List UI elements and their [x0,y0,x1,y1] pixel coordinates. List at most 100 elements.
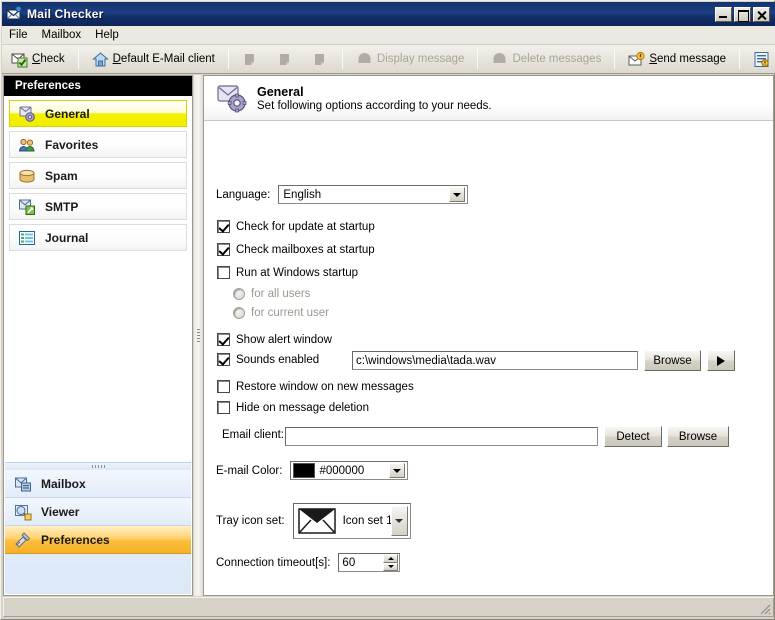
play-icon [717,355,725,366]
panel-splitter-handle[interactable] [194,75,203,596]
favorites-people-icon [18,136,36,154]
delete-messages-label: Delete messages [512,53,602,65]
delete-messages-button[interactable]: Delete messages [483,47,609,72]
default-email-client-button[interactable]: Default E-Mail client [84,47,223,72]
stepper-up-button[interactable] [383,554,399,563]
preferences-tools-icon [14,531,32,549]
journal-button[interactable] [745,47,775,72]
sidebar-item-general[interactable]: General [9,100,187,127]
menu-mailbox[interactable]: Mailbox [35,27,89,43]
email-color-value: #000000 [319,464,365,477]
title-bar: Mail Checker [2,2,775,26]
general-settings-icon [216,82,248,114]
sounds-enabled-checkbox[interactable]: Sounds enabled [217,353,319,366]
sound-path-input[interactable]: c:\windows\media\tada.wav [352,351,638,370]
radio-all-users[interactable]: for all users [233,288,310,300]
mailbox-icon [14,475,32,493]
checkbox-box [217,401,230,414]
sidebar-item-spam[interactable]: Spam [9,162,187,189]
sidebar-item-spam-label: Spam [45,168,78,183]
envelope-icon [297,507,337,535]
email-browse-button[interactable]: Browse [667,426,729,447]
grip-dots-icon [197,329,200,342]
connection-timeout-row: Connection timeout[s]: 60 [216,553,401,572]
language-select[interactable]: English [278,185,469,204]
home-icon [91,51,109,68]
chevron-down-icon[interactable] [389,463,406,478]
preferences-nav-list: General Favorites Spam SMTP Journal [4,97,192,449]
radio-dot [233,307,245,319]
viewer-magnifier-icon [14,503,32,521]
close-button[interactable] [753,6,770,22]
detect-button[interactable]: Detect [604,426,662,447]
message-icon [277,51,294,68]
left-panel: Preferences General Favorites Spam SMTP … [3,75,193,596]
default-email-client-label: Default E-Mail client [112,53,215,65]
display-message-icon [356,51,373,68]
message-icon-button-3[interactable] [304,47,337,72]
show-alert-checkbox[interactable]: Show alert window [217,333,332,346]
sidebar-item-journal[interactable]: Journal [9,224,187,251]
check-mailboxes-checkbox[interactable]: Check mailboxes at startup [217,243,375,256]
bottom-nav-mailbox-label: Mailbox [41,476,86,491]
radio-current-user[interactable]: for current user [233,307,329,319]
display-message-button[interactable]: Display message [348,47,473,72]
toolbar-separator [227,49,229,69]
bottom-nav-mailbox[interactable]: Mailbox [5,470,191,498]
sounds-enabled-label: Sounds enabled [236,353,320,366]
hide-on-delete-label: Hide on message deletion [236,401,369,414]
chevron-down-icon[interactable] [390,506,408,536]
bottom-nav-viewer[interactable]: Viewer [5,498,191,526]
menu-file[interactable]: File [2,27,35,43]
check-button-label: Check [32,53,65,65]
smtp-server-icon [18,198,36,216]
email-client-row: Email client: [222,429,284,441]
check-update-checkbox[interactable]: Check for update at startup [217,220,375,233]
restore-window-checkbox[interactable]: Restore window on new messages [217,380,414,393]
radio-all-users-label: for all users [251,288,311,300]
send-message-button[interactable]: Send message [620,47,734,72]
checkbox-box [217,380,230,393]
run-at-startup-checkbox[interactable]: Run at Windows startup [217,266,358,279]
checkbox-box [217,243,230,256]
tray-icon-value: Icon set 1 [342,515,393,527]
spam-can-icon [18,167,36,185]
bottom-nav-preferences[interactable]: Preferences [5,526,191,554]
delete-messages-icon [491,51,508,68]
email-client-input[interactable] [285,427,598,446]
minimize-button[interactable] [715,6,732,22]
resize-grip-icon[interactable] [757,601,771,615]
stepper-down-button[interactable] [383,562,399,571]
sound-browse-button[interactable]: Browse [644,350,701,371]
message-icon-button-2[interactable] [269,47,302,72]
connection-timeout-stepper[interactable]: 60 [338,553,401,572]
language-select-value: English [283,188,322,201]
toolbar-separator [614,49,616,69]
sidebar-item-smtp[interactable]: SMTP [9,193,187,220]
window-title: Mail Checker [27,7,104,21]
check-update-label: Check for update at startup [236,220,375,233]
show-alert-label: Show alert window [236,333,332,346]
checkbox-box [217,220,230,233]
email-client-label: Email client: [222,429,284,441]
chevron-down-icon[interactable] [449,187,466,202]
sound-play-button[interactable] [707,350,735,371]
language-row: Language: English [216,185,469,204]
connection-timeout-value: 60 [342,556,356,569]
journal-icon [753,51,770,68]
message-icon-button-1[interactable] [234,47,267,72]
toolbar-separator [739,49,741,69]
radio-dot [233,288,245,300]
check-button[interactable]: Check [3,47,73,72]
sidebar-item-favorites[interactable]: Favorites [9,131,187,158]
status-bar [3,597,774,617]
email-color-select[interactable]: #000000 [290,461,409,480]
tray-icon-select[interactable]: Icon set 1 [292,503,411,539]
send-message-label: Send message [649,53,727,65]
settings-form: Language: English Check for update at st… [204,122,773,595]
checkbox-box [217,333,230,346]
radio-current-user-label: for current user [251,307,329,319]
hide-on-delete-checkbox[interactable]: Hide on message deletion [217,401,369,414]
menu-help[interactable]: Help [88,27,126,43]
maximize-button[interactable] [734,6,751,22]
